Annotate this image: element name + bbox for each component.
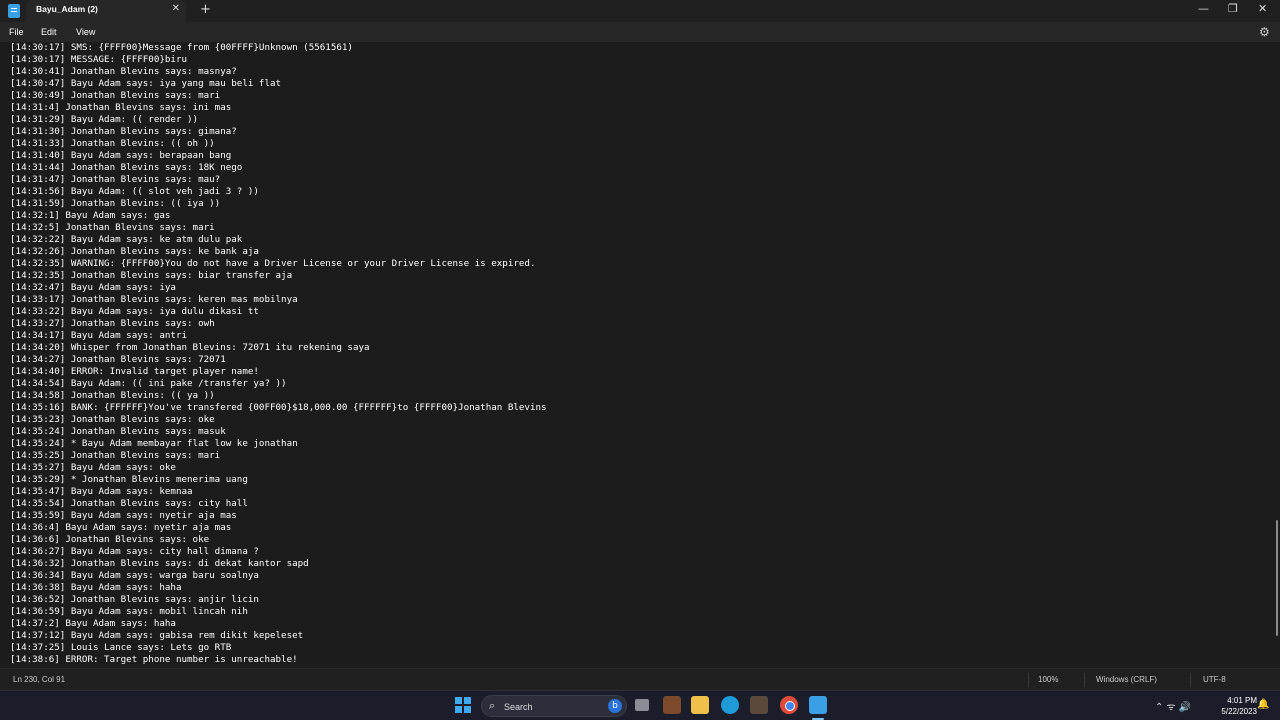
text-line: [14:35:24] * Bayu Adam membayar flat low… bbox=[10, 438, 298, 449]
chrome-icon[interactable] bbox=[780, 696, 798, 714]
text-line: [14:31:29] Bayu Adam: (( render )) bbox=[10, 114, 199, 125]
clock-time: 4:01 PM bbox=[1227, 696, 1257, 705]
text-line: [14:30:49] Jonathan Blevins says: mari bbox=[10, 90, 221, 101]
encoding[interactable]: UTF-8 bbox=[1203, 675, 1226, 684]
text-line: [14:38:6] ERROR: Target phone number is … bbox=[10, 654, 298, 665]
text-line: [14:36:32] Jonathan Blevins says: di dek… bbox=[10, 558, 309, 569]
text-line: [14:34:58] Jonathan Blevins: (( ya )) bbox=[10, 390, 215, 401]
status-bar: Ln 230, Col 91 100% Windows (CRLF) UTF-8 bbox=[0, 668, 1280, 690]
text-line: [14:32:47] Bayu Adam says: iya bbox=[10, 282, 176, 293]
scrollbar-thumb[interactable] bbox=[1276, 520, 1278, 636]
text-line: [14:33:27] Jonathan Blevins says: owh bbox=[10, 318, 215, 329]
notepad-taskbar-icon[interactable] bbox=[809, 696, 827, 714]
line-ending[interactable]: Windows (CRLF) bbox=[1096, 675, 1157, 684]
restore-button[interactable]: ❐ bbox=[1228, 2, 1238, 15]
cursor-position: Ln 230, Col 91 bbox=[13, 675, 66, 684]
text-line: [14:30:17] MESSAGE: {FFFF00}biru bbox=[10, 54, 188, 65]
menu-edit[interactable]: Edit bbox=[41, 27, 57, 37]
text-line: [14:32:26] Jonathan Blevins says: ke ban… bbox=[10, 246, 259, 257]
text-line: [14:35:23] Jonathan Blevins says: oke bbox=[10, 414, 215, 425]
text-line: [14:31:44] Jonathan Blevins says: 18K ne… bbox=[10, 162, 243, 173]
text-line: [14:31:59] Jonathan Blevins: (( iya )) bbox=[10, 198, 221, 209]
text-line: [14:34:20] Whisper from Jonathan Blevins… bbox=[10, 342, 370, 353]
text-line: [14:32:35] WARNING: {FFFF00}You do not h… bbox=[10, 258, 536, 269]
text-line: [14:37:12] Bayu Adam says: gabisa rem di… bbox=[10, 630, 304, 641]
text-editor[interactable]: [14:30:17] SMS: {FFFF00}Message from {00… bbox=[0, 42, 1274, 666]
text-line: [14:30:41] Jonathan Blevins says: masnya… bbox=[10, 66, 237, 77]
tab-close-icon[interactable]: ✕ bbox=[172, 3, 180, 14]
text-line: [14:34:54] Bayu Adam: (( ini pake /trans… bbox=[10, 378, 287, 389]
text-line: [14:34:40] ERROR: Invalid target player … bbox=[10, 366, 259, 377]
text-line: [14:36:38] Bayu Adam says: haha bbox=[10, 582, 182, 593]
text-line: [14:31:40] Bayu Adam says: berapaan bang bbox=[10, 150, 232, 161]
vertical-scrollbar[interactable] bbox=[1274, 42, 1280, 666]
text-line: [14:31:4] Jonathan Blevins says: ini mas bbox=[10, 102, 232, 113]
gear-icon[interactable]: ⚙ bbox=[1259, 25, 1270, 39]
game-launcher-icon[interactable] bbox=[750, 696, 768, 714]
game-app-icon[interactable] bbox=[663, 696, 681, 714]
text-line: [14:35:27] Bayu Adam says: oke bbox=[10, 462, 176, 473]
text-line: [14:35:24] Jonathan Blevins says: masuk bbox=[10, 426, 226, 437]
text-line: [14:35:47] Bayu Adam says: kemnaa bbox=[10, 486, 193, 497]
status-divider bbox=[1084, 673, 1085, 687]
windows-start-icon[interactable] bbox=[455, 697, 471, 713]
text-line: [14:37:2] Bayu Adam says: haha bbox=[10, 618, 176, 629]
task-view-icon[interactable] bbox=[635, 699, 649, 711]
text-line: [14:30:47] Bayu Adam says: iya yang mau … bbox=[10, 78, 282, 89]
status-divider bbox=[1028, 673, 1029, 687]
text-line: [14:36:59] Bayu Adam says: mobil lincah … bbox=[10, 606, 248, 617]
text-line: [14:36:4] Bayu Adam says: nyetir aja mas bbox=[10, 522, 232, 533]
text-line: [14:32:35] Jonathan Blevins says: biar t… bbox=[10, 270, 293, 281]
clock[interactable]: 4:01 PM 5/22/2023 bbox=[1207, 695, 1257, 717]
close-window-button[interactable]: ✕ bbox=[1258, 2, 1267, 15]
text-line: [14:32:22] Bayu Adam says: ke atm dulu p… bbox=[10, 234, 243, 245]
new-tab-button[interactable]: + bbox=[200, 2, 211, 17]
editor-lines: [14:30:17] SMS: {FFFF00}Message from {00… bbox=[10, 42, 547, 666]
text-line: [14:33:22] Bayu Adam says: iya dulu dika… bbox=[10, 306, 259, 317]
text-line: [14:36:34] Bayu Adam says: warga baru so… bbox=[10, 570, 259, 581]
zoom-level[interactable]: 100% bbox=[1038, 675, 1058, 684]
text-line: [14:31:47] Jonathan Blevins says: mau? bbox=[10, 174, 221, 185]
text-line: [14:35:59] Bayu Adam says: nyetir aja ma… bbox=[10, 510, 237, 521]
text-line: [14:34:27] Jonathan Blevins says: 72071 bbox=[10, 354, 226, 365]
text-line: [14:37:25] Louis Lance says: Lets go RTB bbox=[10, 642, 232, 653]
text-line: [14:31:33] Jonathan Blevins: (( oh )) bbox=[10, 138, 215, 149]
system-tray-icons[interactable]: ⌃ ᯤ 🔊 bbox=[1155, 699, 1191, 713]
text-line: [14:36:6] Jonathan Blevins says: oke bbox=[10, 534, 210, 545]
search-label: Search bbox=[504, 702, 533, 712]
status-divider bbox=[1190, 673, 1191, 687]
clock-date: 5/22/2023 bbox=[1221, 707, 1257, 716]
text-line: [14:34:17] Bayu Adam says: antri bbox=[10, 330, 188, 341]
menu-view[interactable]: View bbox=[76, 27, 95, 37]
menu-bar: File Edit View ⚙ bbox=[0, 22, 1280, 42]
taskbar: ⌕ Search b ⌃ ᯤ 🔊 4:01 PM 5/22/2023 🔔 bbox=[0, 690, 1280, 720]
text-line: [14:31:56] Bayu Adam: (( slot veh jadi 3… bbox=[10, 186, 259, 197]
text-line: [14:35:29] * Jonathan Blevins menerima u… bbox=[10, 474, 248, 485]
minimize-button[interactable]: — bbox=[1198, 2, 1209, 15]
bing-icon[interactable]: b bbox=[608, 699, 622, 713]
text-line: [14:32:1] Bayu Adam says: gas bbox=[10, 210, 171, 221]
text-line: [14:36:52] Jonathan Blevins says: anjir … bbox=[10, 594, 259, 605]
title-bar: Bayu_Adam (2) ✕ + — ❐ ✕ bbox=[0, 0, 1280, 22]
tab-bayu-adam[interactable]: Bayu_Adam (2) ✕ bbox=[26, 0, 186, 22]
text-line: [14:30:17] SMS: {FFFF00}Message from {00… bbox=[10, 42, 353, 53]
text-line: [14:36:27] Bayu Adam says: city hall dim… bbox=[10, 546, 259, 557]
text-line: [14:33:17] Jonathan Blevins says: keren … bbox=[10, 294, 298, 305]
text-line: [14:35:54] Jonathan Blevins says: city h… bbox=[10, 498, 248, 509]
tab-title: Bayu_Adam (2) bbox=[36, 4, 98, 14]
search-icon: ⌕ bbox=[489, 699, 496, 712]
notification-bell-icon[interactable]: 🔔 bbox=[1257, 699, 1269, 710]
taskbar-search[interactable]: ⌕ Search b bbox=[481, 695, 627, 717]
text-line: [14:35:16] BANK: {FFFFFF}You've transfer… bbox=[10, 402, 547, 413]
menu-file[interactable]: File bbox=[9, 27, 24, 37]
text-line: [14:35:25] Jonathan Blevins says: mari bbox=[10, 450, 221, 461]
text-line: [14:32:5] Jonathan Blevins says: mari bbox=[10, 222, 215, 233]
notepad-app-icon bbox=[8, 4, 20, 18]
edge-icon[interactable] bbox=[721, 696, 739, 714]
text-line: [14:31:30] Jonathan Blevins says: gimana… bbox=[10, 126, 237, 137]
file-explorer-icon[interactable] bbox=[691, 696, 709, 714]
